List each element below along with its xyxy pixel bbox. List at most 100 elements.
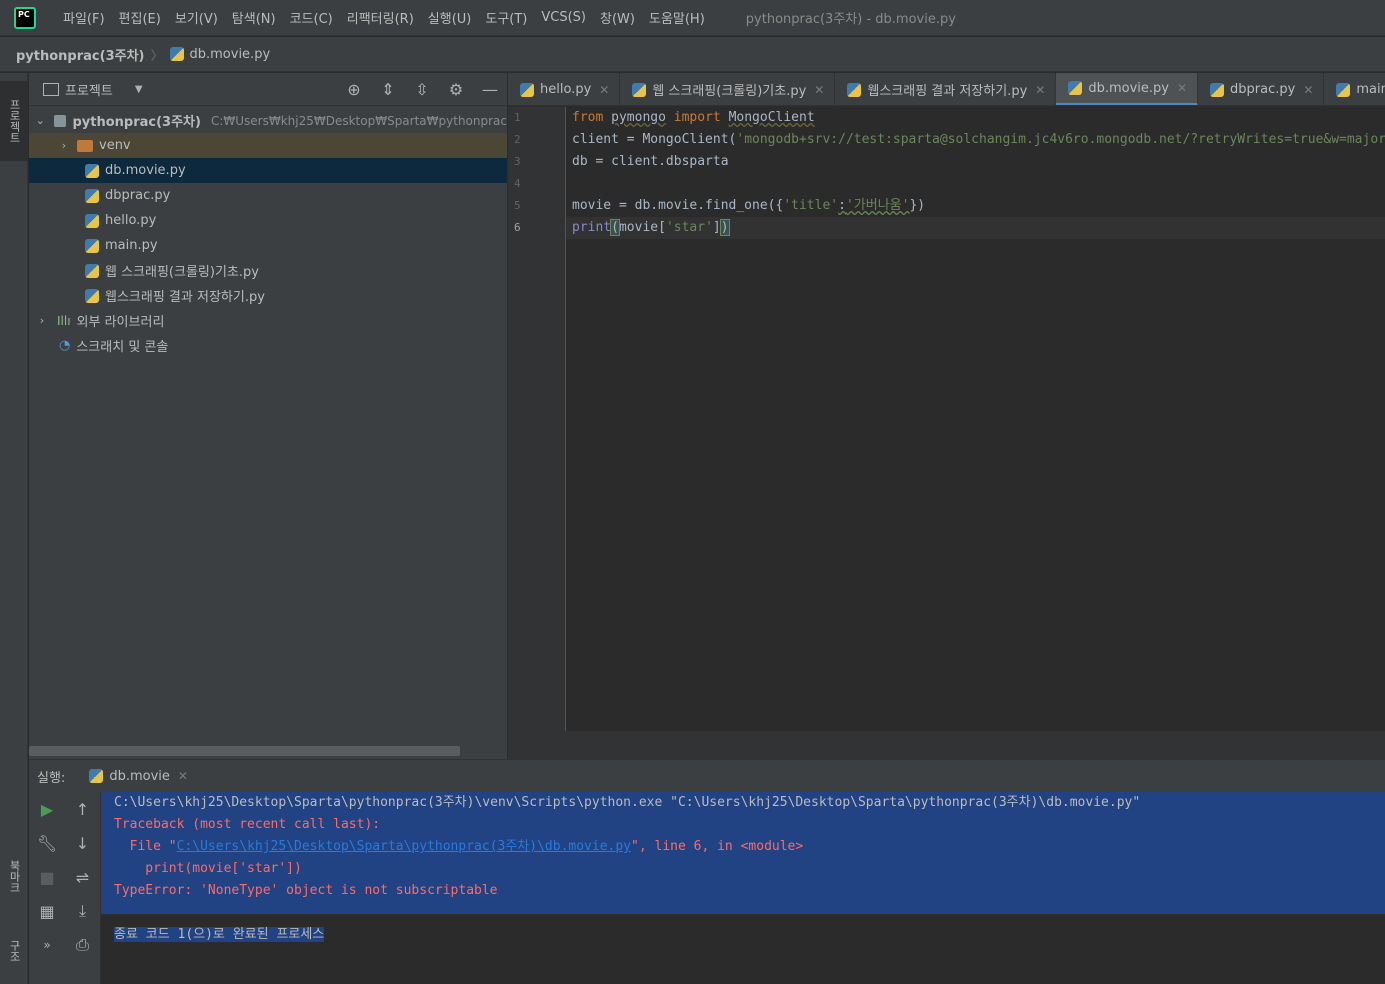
- python-file-icon: [85, 288, 99, 303]
- code-token: db = client.dbsparta: [572, 154, 729, 169]
- menu-refactor[interactable]: 리팩터링(R): [340, 8, 421, 27]
- line-number: 6: [514, 221, 521, 234]
- horizontal-scrollbar[interactable]: [29, 746, 460, 756]
- code-editor[interactable]: from pymongo import MongoClient client =…: [566, 107, 1385, 731]
- menu-run[interactable]: 실행(U): [421, 8, 479, 27]
- tree-item-dbprac[interactable]: dbprac.py: [29, 183, 507, 208]
- project-view-icon: [43, 82, 59, 96]
- close-icon[interactable]: ✕: [1035, 83, 1045, 97]
- scroll-to-end-icon[interactable]: ⤓: [65, 894, 100, 928]
- code-token: :: [838, 198, 846, 213]
- tree-item-scratches[interactable]: ◔ 스크래치 및 콘솔: [29, 333, 507, 358]
- editor-bottom-bar: [508, 731, 1385, 759]
- tab-hello[interactable]: hello.py ✕: [508, 73, 621, 105]
- console-traceback: Traceback (most recent call last):: [114, 817, 381, 832]
- close-icon[interactable]: ✕: [1177, 81, 1187, 95]
- python-file-icon: [89, 769, 104, 783]
- code-line-5: movie = db.movie.find_one({'title':'가버나움…: [566, 195, 1385, 217]
- python-file-icon: [85, 163, 99, 178]
- tab-label: 웹 스크래핑(크롤링)기초.py: [652, 84, 807, 99]
- arrow-up-icon[interactable]: ↑: [65, 792, 100, 826]
- run-tab-db-movie[interactable]: db.movie: [109, 769, 170, 784]
- more-icon[interactable]: »: [29, 928, 65, 962]
- print-icon[interactable]: ⎙: [65, 928, 100, 962]
- wrench-icon[interactable]: 🔧︎: [29, 826, 65, 860]
- menu-navigate[interactable]: 탐색(N): [225, 8, 283, 27]
- tree-item-external-libraries[interactable]: › Illı 외부 라이브러리: [29, 308, 507, 333]
- code-line-6: print(movie['star']): [566, 217, 1385, 239]
- tool-tab-structure[interactable]: 구조: [0, 923, 28, 979]
- project-panel: 프로젝트 ▼ ⊕ ⇕ ⇳ ⚙ — ⌄ pythonprac(3주차) C:₩Us…: [29, 73, 507, 759]
- code-token: 'mongodb+srv://test:sparta@solchangim.jc…: [736, 132, 1385, 147]
- menu-code[interactable]: 코드(C): [283, 8, 340, 27]
- tree-item-label: 웹스크래핑 결과 저장하기.py: [105, 290, 265, 305]
- menu-tools[interactable]: 도구(T): [478, 8, 534, 27]
- tree-item-scraping-save[interactable]: 웹스크래핑 결과 저장하기.py: [29, 283, 507, 308]
- chevron-down-icon[interactable]: ▼: [135, 84, 143, 95]
- window-title: pythonprac(3주차) - db.movie.py: [745, 12, 956, 27]
- menu-view[interactable]: 보기(V): [168, 8, 225, 27]
- close-icon[interactable]: ✕: [1303, 83, 1313, 97]
- project-panel-title[interactable]: 프로젝트: [65, 80, 113, 99]
- line-number: 5: [514, 199, 521, 212]
- code-token: from: [572, 110, 604, 125]
- tree-item-crawling-basics[interactable]: 웹 스크래핑(크롤링)기초.py: [29, 258, 507, 283]
- line-number-gutter: 1 2 3 4 5 6: [508, 107, 566, 731]
- soft-wrap-icon[interactable]: ⇌: [65, 860, 100, 894]
- tree-root[interactable]: ⌄ pythonprac(3주차) C:₩Users₩khj25₩Desktop…: [29, 108, 507, 133]
- breadcrumb-project[interactable]: pythonprac(3주차): [16, 45, 144, 64]
- menu-file[interactable]: 파일(F): [56, 8, 112, 27]
- collapse-all-icon[interactable]: ⇳: [405, 80, 439, 99]
- tree-item-db-movie[interactable]: db.movie.py: [29, 158, 507, 183]
- hide-icon[interactable]: —: [473, 80, 507, 99]
- tab-dbprac[interactable]: dbprac.py ✕: [1198, 73, 1325, 105]
- close-icon[interactable]: ✕: [814, 83, 824, 97]
- console-code-line: print(movie['star']): [114, 861, 302, 876]
- layout-icon[interactable]: ▦: [29, 894, 65, 928]
- menu-edit[interactable]: 편집(E): [112, 8, 168, 27]
- code-token: client = MongoClient(: [572, 132, 737, 147]
- tree-item-venv[interactable]: › venv: [29, 133, 507, 158]
- close-icon[interactable]: ✕: [599, 83, 609, 97]
- tab-db-movie[interactable]: db.movie.py ✕: [1056, 73, 1199, 105]
- run-console[interactable]: C:\Users\khj25\Desktop\Sparta\pythonprac…: [101, 792, 1385, 984]
- menu-vcs[interactable]: VCS(S): [534, 10, 593, 25]
- tree-item-label: 외부 라이브러리: [76, 315, 165, 330]
- tree-item-label: dbprac.py: [105, 188, 171, 203]
- chevron-right-icon[interactable]: ›: [55, 139, 73, 152]
- tab-crawling-basics[interactable]: 웹 스크래핑(크롤링)기초.py ✕: [620, 73, 836, 105]
- python-file-icon: [1210, 82, 1225, 97]
- console-file-link[interactable]: C:\Users\khj25\Desktop\Sparta\pythonprac…: [177, 839, 631, 854]
- python-file-icon: [85, 213, 99, 228]
- project-toolbar: 프로젝트 ▼ ⊕ ⇕ ⇳ ⚙ —: [29, 73, 507, 106]
- code-token: movie[: [618, 220, 666, 235]
- left-tool-strip: 프로젝트 북마크 구조: [0, 73, 28, 984]
- menu-window[interactable]: 창(W): [593, 8, 642, 27]
- tool-tab-project[interactable]: 프로젝트: [0, 81, 28, 161]
- tree-item-hello[interactable]: hello.py: [29, 208, 507, 233]
- locate-icon[interactable]: ⊕: [337, 80, 371, 99]
- run-panel-header: 실행: db.movie ✕: [29, 759, 1385, 792]
- menu-help[interactable]: 도움말(H): [642, 8, 712, 27]
- chevron-down-icon[interactable]: ⌄: [33, 114, 48, 127]
- gear-icon[interactable]: ⚙: [439, 80, 473, 99]
- tab-scraping-save[interactable]: 웹스크래핑 결과 저장하기.py ✕: [835, 73, 1057, 105]
- tree-root-path: C:₩Users₩khj25₩Desktop₩Sparta₩pythonprac: [210, 113, 507, 128]
- code-token: 'star': [665, 220, 713, 235]
- tab-main[interactable]: main.py: [1324, 73, 1385, 105]
- code-line-2: client = MongoClient('mongodb+srv://test…: [566, 129, 1385, 151]
- arrow-down-icon[interactable]: ↓: [65, 826, 100, 860]
- expand-all-icon[interactable]: ⇕: [371, 80, 405, 99]
- breadcrumb-file[interactable]: db.movie.py: [190, 47, 271, 62]
- chevron-right-icon[interactable]: ›: [33, 314, 51, 327]
- stop-icon[interactable]: ■: [29, 860, 65, 894]
- tool-tab-bookmarks[interactable]: 북마크: [0, 841, 28, 911]
- console-error: TypeError: 'NoneType' object is not subs…: [114, 883, 498, 898]
- code-token: 'title': [783, 198, 839, 213]
- code-token: pymongo: [611, 110, 666, 125]
- tree-item-main[interactable]: main.py: [29, 233, 507, 258]
- rerun-icon[interactable]: ▶: [29, 792, 65, 826]
- close-icon[interactable]: ✕: [178, 769, 188, 783]
- code-line-1: from pymongo import MongoClient: [566, 107, 1385, 129]
- chevron-right-icon: 〉: [150, 48, 164, 64]
